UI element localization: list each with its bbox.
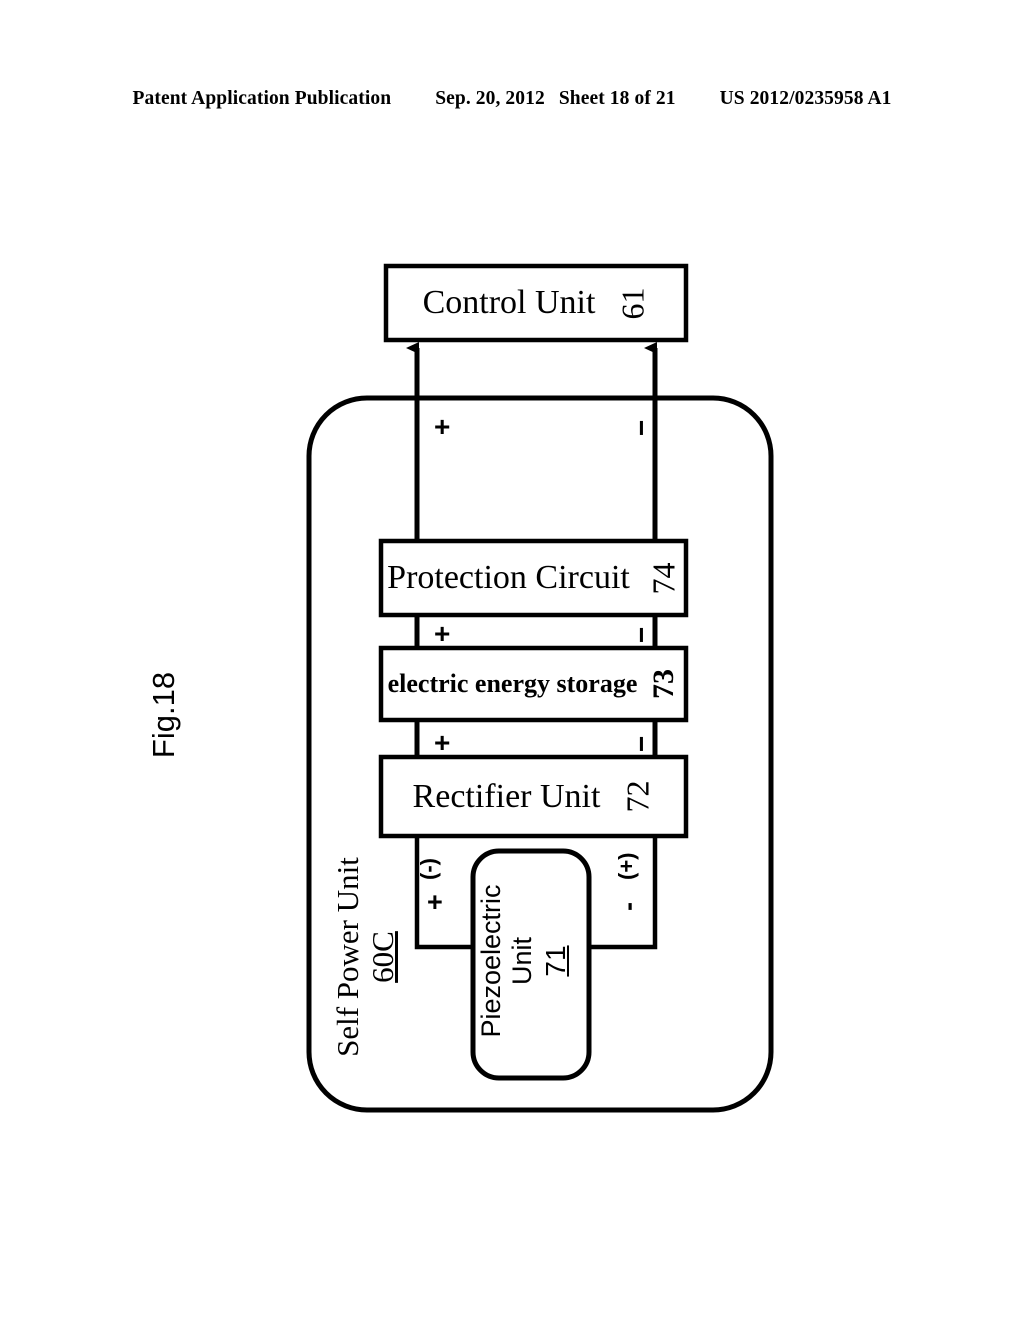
connector-piezo-to-rectifier-right — [589, 836, 658, 950]
protection-circuit-box — [378, 538, 689, 618]
figure-diagram: Control Unit 61 Protection Circuit 74 el… — [0, 0, 1024, 1320]
rectifier-unit-box — [378, 754, 689, 839]
electric-energy-storage-box — [378, 645, 689, 723]
connector-piezo-to-rectifier-left — [414, 836, 473, 950]
control-unit-box — [383, 263, 689, 343]
piezoelectric-unit-box — [470, 848, 592, 1081]
diagram-svg — [306, 263, 774, 1113]
